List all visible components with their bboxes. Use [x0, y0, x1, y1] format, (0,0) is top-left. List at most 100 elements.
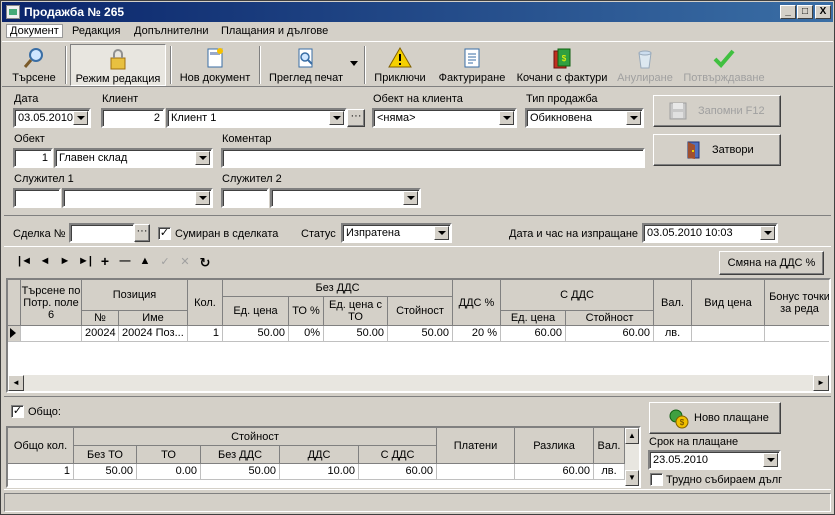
menu-document[interactable]: Документ [6, 24, 63, 38]
due-date-field[interactable]: 23.05.2010 [648, 450, 781, 470]
employee2-id-field[interactable] [221, 188, 269, 208]
cell-search[interactable] [21, 326, 82, 342]
client-object-dropdown[interactable] [499, 111, 514, 125]
header-pos-no[interactable]: № [82, 311, 119, 326]
new-payment-button[interactable]: $ Ново плащане [649, 402, 781, 434]
status-dropdown[interactable] [434, 226, 449, 240]
header-to-pct[interactable]: ТО % [289, 297, 324, 326]
search-button[interactable]: Търсене [6, 44, 62, 86]
sent-datetime-field[interactable]: 03.05.2010 10:03 [642, 223, 778, 243]
cancel-record-button[interactable]: ✕ [177, 255, 193, 271]
save-f12-button[interactable]: Запомни F12 [653, 95, 781, 127]
header-value[interactable]: Стойност [388, 297, 453, 326]
scroll-left-button[interactable]: ◄ [8, 375, 24, 391]
add-record-button[interactable]: + [97, 253, 113, 269]
object-combo[interactable]: Главен склад [54, 148, 213, 168]
client-id-field[interactable]: 2 [101, 108, 165, 128]
grid-horizontal-scrollbar[interactable]: ◄ ► [8, 375, 829, 391]
close-button[interactable]: X [815, 5, 831, 19]
employee1-id-field[interactable] [13, 188, 61, 208]
print-preview-button[interactable]: Преглед печат [264, 44, 348, 86]
hard-debt-checkbox[interactable] [650, 473, 663, 486]
confirm-button[interactable]: Потвърждаване [680, 44, 768, 86]
cell-vat-pct[interactable]: 20 % [453, 326, 501, 342]
menu-edit[interactable]: Редакция [69, 25, 123, 37]
scroll-right-button[interactable]: ► [813, 375, 829, 391]
deal-field[interactable] [69, 223, 135, 243]
summed-checkbox[interactable]: ✓ [158, 227, 171, 240]
header-unit-price-to[interactable]: Ед. цена с ТО [324, 297, 388, 326]
menu-payments[interactable]: Плащания и дългове [218, 25, 331, 37]
maximize-button[interactable]: □ [797, 5, 813, 19]
close-form-button[interactable]: Затвори [653, 134, 781, 166]
cell-value[interactable]: 50.00 [388, 326, 453, 342]
row-indicator[interactable] [8, 326, 21, 342]
client-browse-button[interactable]: ··· [347, 109, 365, 127]
header-price-type[interactable]: Вид цена [692, 280, 765, 326]
new-document-button[interactable]: Нов документ [175, 44, 255, 86]
cell-wv-value[interactable]: 60.00 [566, 326, 654, 342]
status-combo[interactable]: Изпратена [341, 223, 452, 243]
cell-qty[interactable]: 1 [188, 326, 223, 342]
cell-pos-name[interactable]: 20024 Поз... [119, 326, 188, 342]
move-up-button[interactable]: ▲ [137, 255, 153, 271]
employee2-combo[interactable] [270, 188, 421, 208]
all-checkbox[interactable]: ✓ [11, 405, 24, 418]
header-bonus[interactable]: Бонус точки за реда [765, 280, 829, 326]
vat-change-button[interactable]: Смяна на ДДС % [719, 251, 824, 275]
header-wv-unit-price[interactable]: Ед. цена [501, 311, 566, 326]
object-dropdown[interactable] [195, 151, 210, 165]
prev-record-button[interactable]: ◄ [37, 255, 53, 271]
header-vat-pct[interactable]: ДДС % [453, 280, 501, 326]
cancel-button[interactable]: Анулиране [614, 44, 676, 86]
totals-scroll-down[interactable]: ▼ [625, 470, 639, 486]
sent-datetime-dropdown[interactable] [760, 226, 775, 240]
print-preview-dropdown[interactable] [348, 58, 360, 70]
date-field[interactable]: 03.05.2010 [13, 108, 91, 128]
object-id-field[interactable]: 1 [13, 148, 53, 168]
invoicing-button[interactable]: Фактуриране [434, 44, 510, 86]
edit-mode-button[interactable]: Режим редакция [70, 44, 166, 86]
date-dropdown-button[interactable] [73, 111, 88, 125]
header-qty[interactable]: Кол. [188, 280, 223, 326]
header-currency[interactable]: Вал. [654, 280, 692, 326]
cell-pos-no[interactable]: 20024 [82, 326, 119, 342]
header-unit-price[interactable]: Ед. цена [223, 297, 289, 326]
cell-price-type[interactable] [692, 326, 765, 342]
first-record-button[interactable]: |◄ [17, 255, 33, 271]
client-name-combo[interactable]: Клиент 1 [166, 108, 347, 128]
sale-type-dropdown[interactable] [626, 111, 641, 125]
minimize-button[interactable]: _ [780, 5, 796, 19]
employee2-dropdown[interactable] [403, 191, 418, 205]
close-document-button[interactable]: Приключи [370, 44, 430, 86]
due-date-dropdown[interactable] [763, 453, 778, 467]
cell-wv-unit-price[interactable]: 60.00 [501, 326, 566, 342]
post-record-button[interactable]: ✓ [157, 255, 173, 271]
cell-unit-price[interactable]: 50.00 [223, 326, 289, 342]
header-wv-value[interactable]: Стойност [566, 311, 654, 326]
refresh-button[interactable]: ↻ [197, 255, 213, 271]
next-record-button[interactable]: ► [57, 255, 73, 271]
sale-type-combo[interactable]: Обикновена [525, 108, 644, 128]
header-search-by[interactable]: Търсене по Потр. поле 6 [21, 280, 82, 326]
linked-invoices-button[interactable]: $ Кочани с фактури [514, 44, 610, 86]
employee1-dropdown[interactable] [195, 191, 210, 205]
employee1-combo[interactable] [62, 188, 213, 208]
cell-bonus[interactable] [765, 326, 829, 342]
last-record-button[interactable]: ►| [77, 255, 93, 271]
cell-to-pct[interactable]: 0% [289, 326, 324, 342]
menu-additional[interactable]: Допълнителни [131, 25, 211, 37]
totals-header-qty: Общо кол. [8, 428, 74, 464]
delete-record-button[interactable]: — [117, 255, 133, 271]
cell-currency[interactable]: лв. [654, 326, 692, 342]
client-object-combo[interactable]: <няма> [372, 108, 517, 128]
invoicing-label: Фактуриране [438, 72, 506, 84]
client-dropdown-button[interactable] [329, 111, 344, 125]
cell-unit-price-to[interactable]: 50.00 [324, 326, 388, 342]
deal-browse-button[interactable]: ··· [134, 224, 150, 242]
sent-datetime-label: Дата и час на изпращане [509, 228, 639, 240]
totals-vertical-scrollbar[interactable]: ▲ ▼ [625, 428, 639, 486]
header-pos-name[interactable]: Име [119, 311, 188, 326]
comment-field[interactable] [221, 148, 645, 168]
totals-scroll-up[interactable]: ▲ [625, 428, 639, 444]
